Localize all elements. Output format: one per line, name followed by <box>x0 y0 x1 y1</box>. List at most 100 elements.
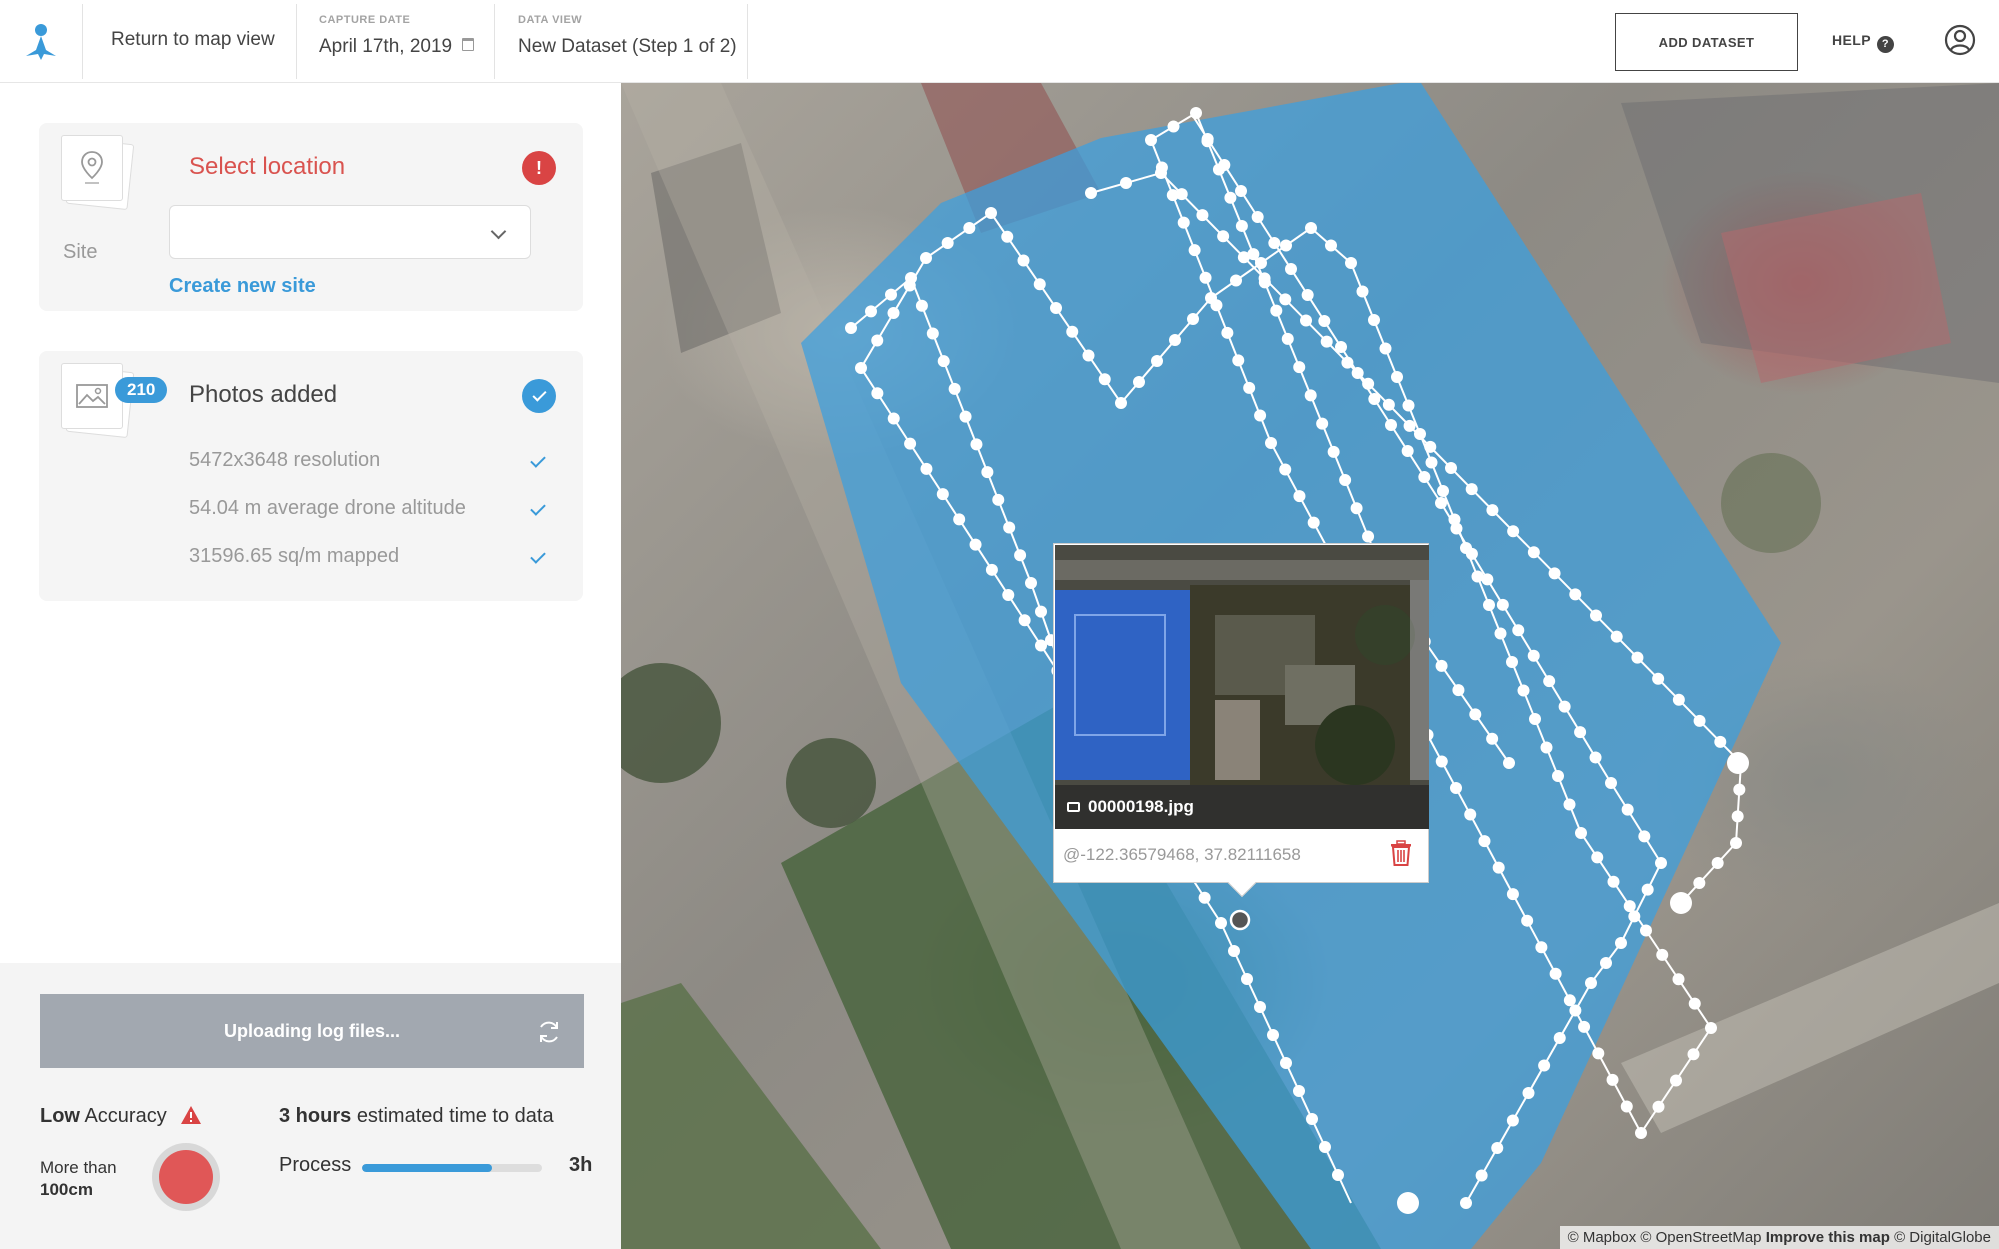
photo-point[interactable] <box>1293 361 1306 374</box>
improve-map-link[interactable]: Improve this map <box>1766 1229 1890 1246</box>
photo-point[interactable] <box>1538 1059 1551 1072</box>
photo-point[interactable] <box>1235 219 1248 232</box>
photo-point[interactable] <box>1265 437 1277 449</box>
photo-point[interactable] <box>1478 835 1491 848</box>
user-account-icon[interactable] <box>1944 24 1976 56</box>
photo-point[interactable] <box>1540 741 1553 754</box>
photo-point[interactable] <box>1460 1197 1472 1209</box>
photo-point[interactable] <box>959 410 972 423</box>
photo-point[interactable] <box>1280 1057 1292 1069</box>
photo-point[interactable] <box>1711 857 1724 869</box>
photo-point[interactable] <box>1652 672 1665 685</box>
photo-point[interactable] <box>1254 1001 1266 1013</box>
photo-point[interactable] <box>1656 948 1669 961</box>
photo-point[interactable] <box>1621 803 1634 816</box>
photo-point[interactable] <box>1688 997 1701 1010</box>
photo-point[interactable] <box>1512 624 1525 637</box>
photo-point[interactable] <box>1033 278 1046 291</box>
photo-point[interactable] <box>948 382 961 395</box>
photo-point[interactable] <box>1445 462 1457 474</box>
capture-date-field[interactable]: CAPTURE DATE April 17th, 2019 <box>319 14 475 58</box>
photo-point[interactable] <box>1218 159 1231 171</box>
brand-logo-icon[interactable] <box>18 22 64 62</box>
photo-thumbnail[interactable]: 00000198.jpg <box>1055 545 1429 829</box>
photo-point[interactable] <box>1475 1169 1488 1182</box>
photo-point[interactable] <box>855 362 867 374</box>
photo-point[interactable] <box>1217 230 1230 243</box>
photo-point[interactable] <box>1002 589 1015 602</box>
photo-point[interactable] <box>1300 314 1312 327</box>
photo-point[interactable] <box>885 288 897 301</box>
photo-point[interactable] <box>970 438 983 451</box>
photo-point[interactable] <box>1151 355 1163 367</box>
photo-point[interactable] <box>1003 521 1016 534</box>
photo-point[interactable] <box>1638 830 1651 843</box>
photo-point[interactable] <box>1196 209 1209 222</box>
photo-point[interactable] <box>1714 735 1727 748</box>
photo-point[interactable] <box>1620 1100 1633 1113</box>
photo-point[interactable] <box>1655 857 1667 869</box>
attribution-digitalglobe[interactable]: © DigitalGlobe <box>1894 1229 1991 1246</box>
photo-point[interactable] <box>887 412 900 425</box>
attribution-mapbox[interactable]: © Mapbox <box>1568 1229 1637 1246</box>
photo-point[interactable] <box>1733 783 1746 796</box>
photo-point[interactable] <box>904 437 917 450</box>
photo-point[interactable] <box>1391 371 1403 383</box>
photo-point[interactable] <box>936 488 949 501</box>
selected-photo-marker[interactable] <box>1229 909 1251 931</box>
photo-point[interactable] <box>1307 516 1320 529</box>
photo-point[interactable] <box>1641 883 1654 896</box>
photo-point[interactable] <box>1693 877 1706 889</box>
photo-point[interactable] <box>1301 289 1314 301</box>
photo-point[interactable] <box>1705 1022 1717 1034</box>
photo-point[interactable] <box>1615 937 1627 949</box>
photo-point[interactable] <box>1631 651 1644 664</box>
photo-point[interactable] <box>1368 314 1380 326</box>
photo-point[interactable] <box>1435 497 1447 509</box>
photo-point[interactable] <box>992 493 1005 506</box>
photo-point[interactable] <box>1270 304 1283 317</box>
photo-point[interactable] <box>1543 675 1556 688</box>
photo-point[interactable] <box>981 466 994 479</box>
photo-point[interactable] <box>1279 293 1292 306</box>
photo-point[interactable] <box>1585 977 1597 989</box>
photo-point[interactable] <box>1241 973 1253 985</box>
photo-point[interactable] <box>1268 237 1281 249</box>
photo-point[interactable] <box>1465 483 1478 496</box>
photo-point[interactable] <box>1693 714 1706 727</box>
photo-point[interactable] <box>1362 530 1375 543</box>
photo-point[interactable] <box>1115 397 1127 409</box>
flight-path-endpoint[interactable] <box>1670 892 1692 914</box>
photo-point[interactable] <box>1362 377 1375 390</box>
photo-point[interactable] <box>1529 713 1541 725</box>
photo-point[interactable] <box>1120 177 1132 189</box>
photo-point[interactable] <box>1522 1087 1535 1099</box>
photo-point[interactable] <box>1450 782 1462 794</box>
photo-point[interactable] <box>1569 1004 1582 1017</box>
photo-point[interactable] <box>1280 239 1292 252</box>
photo-point[interactable] <box>1341 356 1354 369</box>
photo-point[interactable] <box>1014 549 1027 562</box>
photo-point[interactable] <box>1187 313 1199 325</box>
photo-point[interactable] <box>1503 757 1515 769</box>
photo-point[interactable] <box>865 305 877 318</box>
photo-point[interactable] <box>1230 274 1242 287</box>
photo-point[interactable] <box>1418 471 1431 483</box>
photo-point[interactable] <box>1319 1141 1331 1153</box>
photo-point[interactable] <box>1521 914 1534 927</box>
photo-point[interactable] <box>1237 251 1250 264</box>
photo-point[interactable] <box>871 334 884 347</box>
photo-point[interactable] <box>1640 924 1652 937</box>
photo-point[interactable] <box>1506 888 1519 901</box>
photo-point[interactable] <box>941 237 954 249</box>
photo-point[interactable] <box>1145 134 1157 146</box>
photo-point[interactable] <box>1167 120 1180 133</box>
photo-point[interactable] <box>1304 389 1317 402</box>
photo-point[interactable] <box>1435 755 1448 768</box>
photo-point[interactable] <box>1535 941 1548 954</box>
photo-point[interactable] <box>1155 167 1167 179</box>
photo-point[interactable] <box>1169 334 1181 346</box>
photo-point[interactable] <box>1327 445 1340 458</box>
photo-point[interactable] <box>1569 588 1582 601</box>
photo-point[interactable] <box>1085 187 1097 199</box>
